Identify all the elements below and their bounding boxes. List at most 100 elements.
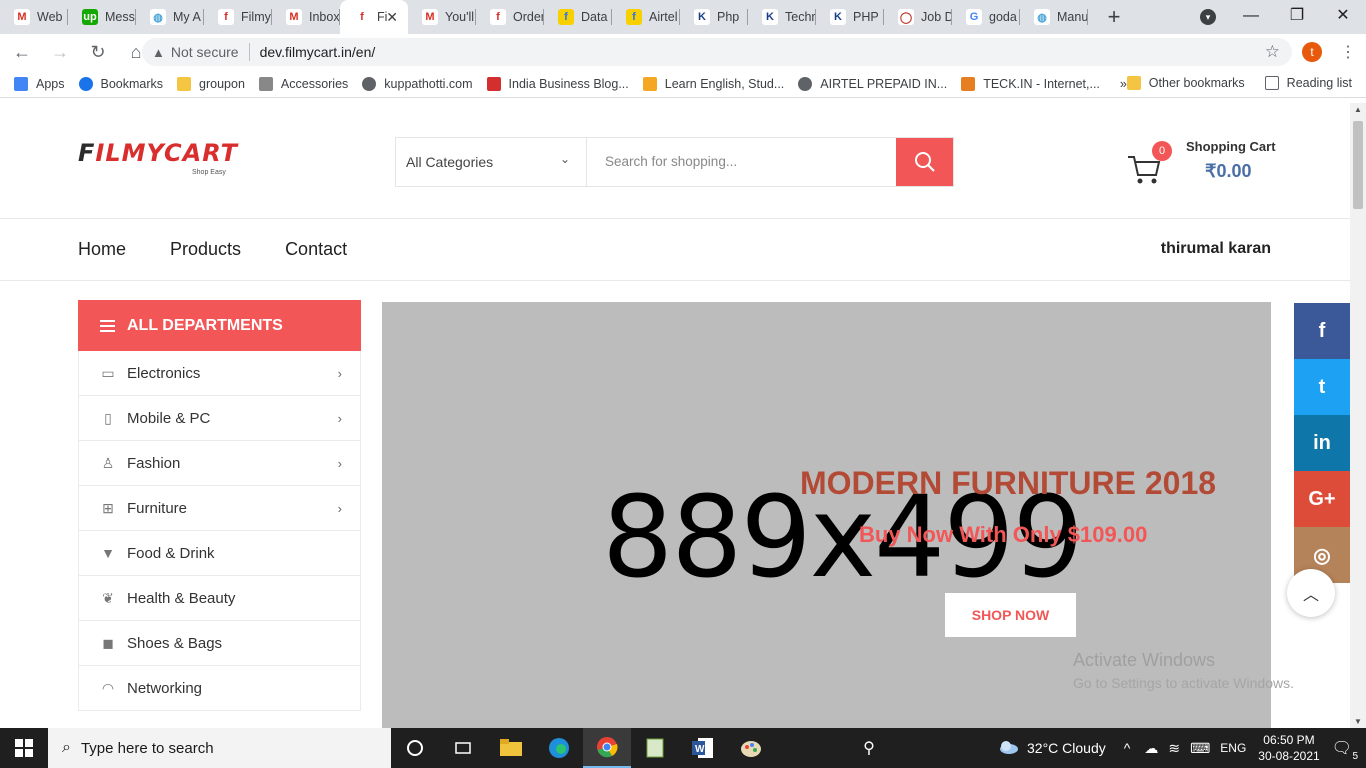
bookmark-item[interactable]: groupon [177,76,245,91]
department-item[interactable]: ▭ Electronics › [78,351,361,396]
chevron-up-icon[interactable]: ^ [1124,740,1131,756]
banner-subtitle: Buy Now With Only $109.00 [859,522,1148,547]
browser-tab[interactable]: f Airtel [612,0,680,34]
people-icon[interactable]: ⚲ [845,728,893,768]
bookmark-item[interactable]: Accessories [258,76,348,91]
department-item[interactable]: ▯ Mobile & PC › [78,396,361,441]
address-bar[interactable]: ▲ Not secure dev.filmycart.in/en/ ☆ [142,38,1292,66]
search-button[interactable] [896,138,953,186]
reload-button[interactable]: ↻ [82,42,114,63]
warning-icon[interactable]: ▲ [152,45,165,60]
browser-tab[interactable]: up Mess [68,0,136,34]
search-input[interactable]: Search for shopping... [587,138,896,186]
twitter-icon[interactable]: t [1294,359,1350,415]
clock[interactable]: 06:50 PM 30-08-2021 [1258,732,1319,764]
nav-contact[interactable]: Contact [285,239,347,260]
nav-home[interactable]: Home [78,239,126,260]
browser-tab[interactable]: M Inbox [272,0,340,34]
browser-tab[interactable]: ◯ Job D [884,0,952,34]
search-icon: ⌕ [62,739,71,756]
department-item[interactable]: ◠ Networking [78,666,361,711]
paint-icon[interactable] [727,728,775,768]
chevron-right-icon: › [337,500,342,516]
bookmark-item[interactable]: Bookmarks [78,76,163,91]
notification-center-icon[interactable]: 🗨 5 [1332,738,1358,762]
department-item[interactable]: ♙ Fashion › [78,441,361,486]
bookmark-item[interactable]: Learn English, Stud... [642,76,784,91]
tab-search-icon[interactable]: ▾ [1200,9,1216,25]
url-text[interactable]: dev.filmycart.in/en/ [260,44,376,60]
edge-icon[interactable] [535,728,583,768]
windows-logo-icon [15,739,33,757]
browser-tab[interactable]: f Filmy [204,0,272,34]
browser-tab[interactable]: f Data [544,0,612,34]
facebook-icon[interactable]: f [1294,303,1350,359]
browser-tab[interactable]: M You'll [408,0,476,34]
word-icon[interactable]: W [679,728,727,768]
bookmark-item[interactable]: TECK.IN - Internet,... [961,76,1100,91]
department-item[interactable]: ⊞ Furniture › [78,486,361,531]
browser-tab[interactable]: K PHP [816,0,884,34]
linkedin-icon[interactable]: in [1294,415,1350,471]
department-label: Food & Drink [127,544,215,562]
browser-tab[interactable]: ◍ Manu [1020,0,1088,34]
browser-tab[interactable]: ◍ My A [136,0,204,34]
taskbar-search[interactable]: ⌕ Type here to search [48,728,391,768]
minimize-button[interactable]: — [1228,0,1274,34]
wifi-icon[interactable]: ≋ [1168,740,1180,757]
department-item[interactable]: ▼ Food & Drink [78,531,361,576]
page-scrollbar[interactable]: ▲ ▼ [1350,103,1366,728]
scroll-down-icon[interactable]: ▼ [1354,717,1362,726]
reading-list[interactable]: Reading list [1264,76,1352,90]
department-item[interactable]: ◼ Shoes & Bags [78,621,361,666]
bookmark-item[interactable]: AIRTEL PREPAID IN... [798,76,948,91]
close-tab-icon[interactable]: ✕ [386,9,398,26]
weather-text[interactable]: 32°C Cloudy [1027,740,1106,756]
category-select[interactable]: All Categories ⌄ [396,138,587,186]
watermark-line1: Activate Windows [1073,650,1216,670]
bookmark-item[interactable]: kuppathotti.com [362,76,473,91]
chrome-icon[interactable] [583,728,631,768]
language-indicator[interactable]: ENG [1220,741,1246,755]
back-to-top-button[interactable]: ︿ [1287,569,1335,617]
browser-tab[interactable]: f Order [476,0,544,34]
google-plus-icon[interactable]: G+ [1294,471,1350,527]
browser-tab[interactable]: M Web [0,0,68,34]
user-name[interactable]: thirumal karan [1161,240,1271,258]
site-logo[interactable]: FILMYCART Shop Easy [78,139,238,176]
department-item[interactable]: ❦ Health & Beauty [78,576,361,621]
bookmark-item[interactable]: India Business Blog... [486,76,629,91]
forward-button[interactable]: → [44,42,76,63]
departments-header[interactable]: ALL DEPARTMENTS [78,300,361,351]
browser-tab[interactable]: f Fi ✕ [340,0,408,34]
scroll-up-icon[interactable]: ▲ [1354,105,1362,114]
tab-separator [1087,9,1088,25]
shop-now-button[interactable]: SHOP NOW [945,593,1076,637]
file-explorer-icon[interactable] [487,728,535,768]
system-tray: 32°C Cloudy ^ ☁ ≋ ⌨ ENG 06:50 PM 30-08-2… [997,728,1366,768]
bookmark-star-icon[interactable]: ☆ [1265,42,1280,62]
maximize-button[interactable]: ❐ [1274,0,1320,34]
main-nav: Home Products Contact [78,239,391,260]
department-list: ▭ Electronics › ▯ Mobile & PC › ♙ Fashion › ⊞ Furn… [78,351,361,711]
security-label[interactable]: Not secure [171,44,239,60]
nav-products[interactable]: Products [170,239,241,260]
browser-tab[interactable]: Ggoda [952,0,1020,34]
task-view-icon[interactable] [439,728,487,768]
bookmark-item[interactable]: Apps [14,76,65,91]
browser-tab[interactable]: K Php [680,0,748,34]
bookmark-label: AIRTEL PREPAID IN... [820,76,948,91]
keyboard-icon[interactable]: ⌨ [1190,740,1210,757]
scrollbar-thumb[interactable] [1353,121,1363,209]
back-button[interactable]: ← [6,42,38,63]
onedrive-icon[interactable]: ☁ [1144,740,1158,757]
browser-menu-icon[interactable]: ⋮ [1340,42,1356,62]
notepad-icon[interactable] [631,728,679,768]
new-tab-button[interactable]: + [1102,4,1126,30]
profile-avatar[interactable]: t [1302,42,1322,62]
start-button[interactable] [0,728,48,768]
other-bookmarks[interactable]: Other bookmarks [1126,76,1245,90]
browser-tab[interactable]: K Techr [748,0,816,34]
cortana-icon[interactable] [391,728,439,768]
close-window-button[interactable]: ✕ [1320,0,1366,34]
